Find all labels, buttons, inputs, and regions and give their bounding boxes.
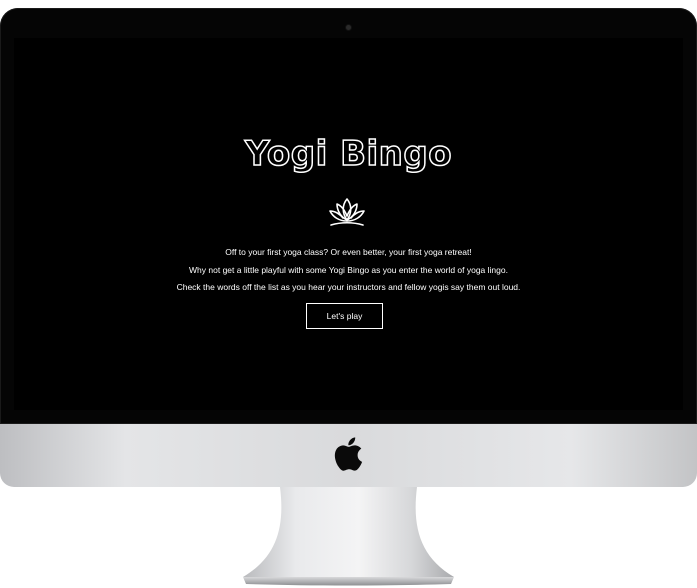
imac-mockup: Yogi Bingo Off to your first yoga class?… [0, 0, 697, 588]
page-title: Yogi Bingo [244, 133, 453, 175]
intro-line-1: Off to your first yoga class? Or even be… [225, 247, 472, 257]
monitor-stand [243, 487, 454, 586]
lotus-icon [329, 198, 365, 226]
camera-icon [346, 25, 351, 30]
intro-line-2: Why not get a little playful with some Y… [189, 264, 508, 275]
apple-icon [334, 437, 363, 471]
intro-line-3: Check the words off the list as you hear… [176, 282, 521, 292]
lets-play-button[interactable]: Let's play [306, 303, 383, 329]
intro-text: Off to your first yoga class? Or even be… [14, 244, 683, 297]
monitor-bezel: Yogi Bingo Off to your first yoga class?… [0, 8, 697, 424]
screen: Yogi Bingo Off to your first yoga class?… [14, 38, 683, 410]
